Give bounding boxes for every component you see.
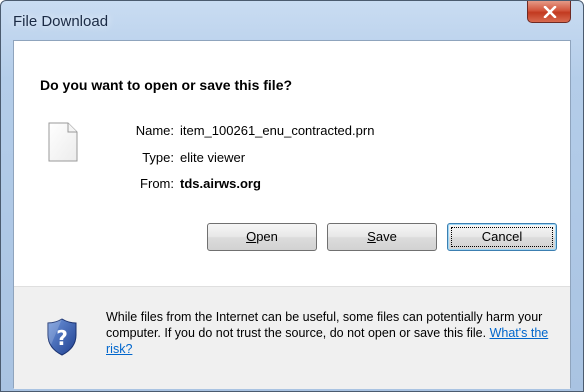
svg-text:?: ? xyxy=(56,326,68,350)
close-button[interactable] xyxy=(527,1,571,23)
security-warning-text: While files from the Internet can be use… xyxy=(106,309,561,357)
from-label: From: xyxy=(140,176,174,191)
file-name-value: item_100261_enu_contracted.prn xyxy=(180,123,375,138)
file-source-value: tds.airws.org xyxy=(180,176,261,191)
dialog-body: Do you want to open or save this file? N… xyxy=(13,40,571,389)
file-download-dialog: File Download Do you want to open or sav… xyxy=(0,0,584,392)
file-type-value: elite viewer xyxy=(180,150,246,165)
open-label-rest: pen xyxy=(256,229,278,244)
cancel-button[interactable]: Cancel xyxy=(447,223,557,251)
title-bar[interactable]: File Download xyxy=(1,1,583,39)
open-button[interactable]: Open xyxy=(207,223,317,251)
name-label: Name: xyxy=(135,123,174,138)
open-access-key: O xyxy=(246,229,257,244)
download-question: Do you want to open or save this file? xyxy=(40,77,293,93)
warning-message: While files from the Internet can be use… xyxy=(106,310,543,340)
shield-question-icon: ? xyxy=(46,318,78,361)
save-access-key: S xyxy=(367,229,376,244)
close-icon xyxy=(543,6,557,18)
save-button[interactable]: Save xyxy=(327,223,437,251)
type-label: Type: xyxy=(142,150,174,165)
window-title: File Download xyxy=(13,13,109,30)
save-label-rest: ave xyxy=(375,229,397,244)
cancel-label: Cancel xyxy=(481,229,523,244)
security-warning-panel: ? While files from the Internet can be u… xyxy=(14,286,570,389)
